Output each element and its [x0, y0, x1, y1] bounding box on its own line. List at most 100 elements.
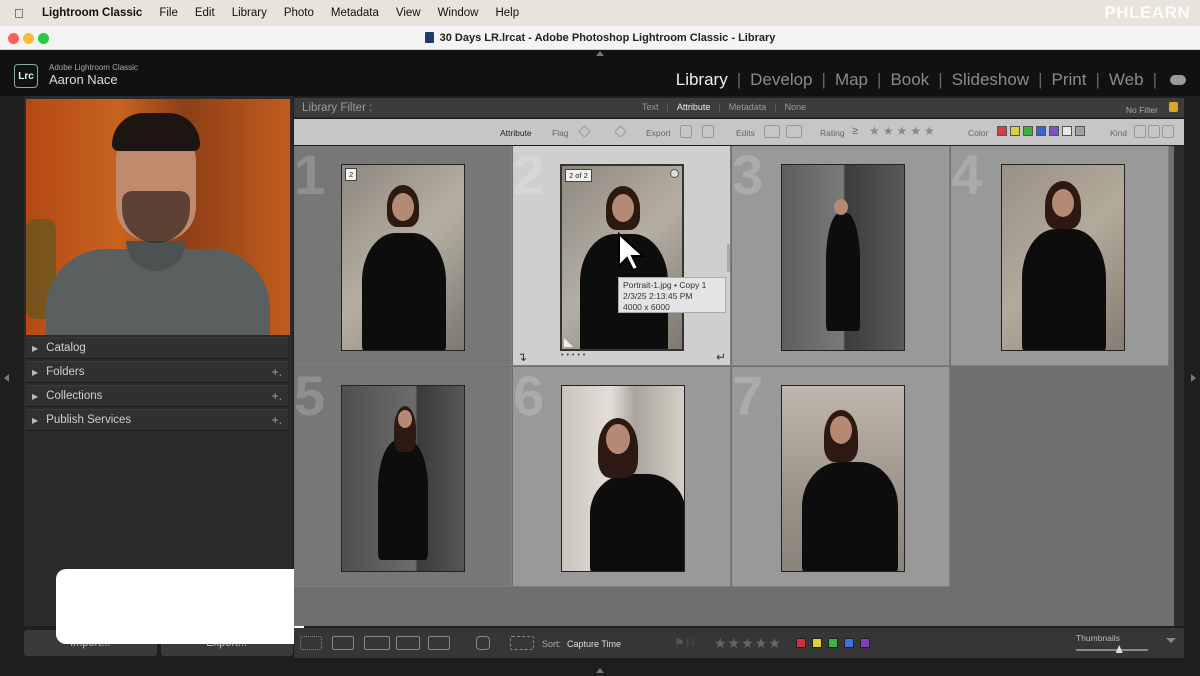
compare-view-icon[interactable] [364, 636, 390, 650]
export-filter-alt-icon[interactable] [702, 125, 714, 138]
sort-dropdown[interactable]: Capture Time [567, 639, 621, 649]
grid-cell[interactable]: 4 [951, 143, 1169, 366]
menu-edit[interactable]: Edit [195, 7, 215, 19]
apple-icon[interactable]:  [14, 6, 30, 21]
photo-thumbnail[interactable] [561, 385, 685, 572]
photo-thumbnail[interactable] [1001, 164, 1125, 351]
top-panel-toggle-icon[interactable] [596, 51, 604, 56]
panel-folders[interactable]: ▶ Folders +. [26, 361, 288, 383]
rating-dots[interactable]: ••••• [561, 352, 588, 359]
grid-cell[interactable]: 5 [294, 364, 512, 587]
color-swatch-purple[interactable] [1049, 126, 1059, 136]
thumbnail-size-slider[interactable] [1076, 649, 1148, 651]
menu-app-name[interactable]: Lightroom Classic [42, 7, 142, 19]
panel-publish-services[interactable]: ▶ Publish Services +. [26, 409, 288, 431]
left-panel-toggle-icon[interactable] [4, 374, 9, 382]
survey-view-icon[interactable] [396, 636, 420, 650]
photo-thumbnail[interactable] [781, 164, 905, 351]
color-swatch-blue[interactable] [1036, 126, 1046, 136]
module-slideshow[interactable]: Slideshow [952, 70, 1030, 90]
product-name: Adobe Lightroom Classic [49, 63, 138, 72]
color-swatch-none[interactable] [1075, 126, 1085, 136]
module-map[interactable]: Map [835, 70, 868, 90]
module-separator: | [821, 70, 826, 89]
color-swatch-yellow[interactable] [1010, 126, 1020, 136]
module-print[interactable]: Print [1052, 70, 1087, 90]
menu-view[interactable]: View [396, 7, 421, 19]
close-window-button[interactable] [8, 33, 19, 44]
menu-help[interactable]: Help [495, 7, 519, 19]
photo-thumbnail[interactable]: 2 [341, 164, 465, 351]
people-view-icon[interactable] [428, 636, 450, 650]
cell-index: 1 [294, 143, 326, 206]
export-filter-icon[interactable] [680, 125, 692, 138]
filmstrip-toggle-icon[interactable] [596, 668, 604, 673]
filter-preset-dropdown[interactable]: No Filter [1126, 105, 1158, 115]
grid-cell[interactable]: 1 2 [294, 143, 512, 366]
photo-thumbnail[interactable] [781, 385, 905, 572]
grid-cell[interactable]: 7 [732, 364, 950, 587]
module-web[interactable]: Web [1109, 70, 1144, 90]
toolbar-options-dropdown-icon[interactable] [1166, 638, 1176, 643]
unedited-filter-icon[interactable] [786, 125, 802, 138]
label-green[interactable] [828, 638, 838, 648]
zoom-window-button[interactable] [38, 33, 49, 44]
stack-count-badge[interactable]: 2 [345, 168, 358, 181]
menu-window[interactable]: Window [438, 7, 479, 19]
filter-tab-metadata[interactable]: Metadata [729, 102, 767, 112]
label-purple[interactable] [860, 638, 870, 648]
menu-metadata[interactable]: Metadata [331, 7, 379, 19]
panel-collections[interactable]: ▶ Collections +. [26, 385, 288, 407]
rotate-right-icon[interactable]: ↵ [716, 350, 726, 364]
color-swatch-custom[interactable] [1062, 126, 1072, 136]
painter-icon[interactable] [476, 636, 490, 650]
panel-catalog[interactable]: ▶ Catalog [26, 337, 288, 359]
label-yellow[interactable] [812, 638, 822, 648]
flag-filter-icon[interactable] [578, 125, 591, 138]
add-folder-icon[interactable]: +. [272, 365, 282, 379]
grid-view-icon[interactable] [300, 636, 322, 650]
module-library[interactable]: Library [676, 70, 728, 90]
stack-count-badge[interactable]: 2 of 2 [565, 169, 592, 182]
filter-tab-none[interactable]: None [785, 102, 807, 112]
lock-icon[interactable] [1169, 102, 1178, 112]
grid-cell[interactable]: 3 [732, 143, 950, 366]
add-publish-service-icon[interactable]: +. [272, 413, 282, 427]
kind-master-icon[interactable] [1134, 125, 1146, 138]
thumbnails-label: Thumbnails [1076, 633, 1120, 643]
filter-tab-text[interactable]: Text [642, 102, 659, 112]
label-blue[interactable] [844, 638, 854, 648]
toolbar-rating-stars[interactable]: ★★★★★ [714, 635, 782, 652]
rating-operator[interactable]: ≥ [852, 125, 858, 137]
cloud-sync-icon[interactable] [1170, 75, 1186, 85]
add-collection-icon[interactable]: +. [272, 389, 282, 403]
rotate-left-icon[interactable]: ↴ [517, 350, 527, 364]
kind-virtual-copy-icon[interactable] [1148, 125, 1160, 138]
color-swatch-green[interactable] [1023, 126, 1033, 136]
menu-file[interactable]: File [159, 7, 178, 19]
flag-toolbar-icon[interactable]: ⚑⚐ [674, 636, 696, 650]
thumbnail-stack-scrollbar[interactable] [727, 244, 730, 272]
label-red[interactable] [796, 638, 806, 648]
kind-video-icon[interactable] [1162, 125, 1174, 138]
quick-collection-icon[interactable] [670, 169, 679, 178]
reject-filter-icon[interactable] [614, 125, 627, 138]
menu-library[interactable]: Library [232, 7, 267, 19]
grid-cell[interactable]: 6 [513, 364, 731, 587]
rating-stars[interactable]: ★★★★★ [869, 124, 938, 138]
module-develop[interactable]: Develop [750, 70, 812, 90]
menu-photo[interactable]: Photo [284, 7, 314, 19]
module-book[interactable]: Book [890, 70, 929, 90]
color-swatch-red[interactable] [997, 126, 1007, 136]
right-panel-toggle-icon[interactable] [1191, 374, 1196, 382]
photo-thumbnail[interactable] [341, 385, 465, 572]
edited-filter-icon[interactable] [764, 125, 780, 138]
grid-scrollbar[interactable] [1174, 146, 1184, 626]
loupe-view-icon[interactable] [332, 636, 354, 650]
sort-direction-icon[interactable] [510, 636, 534, 650]
mouse-pointer-icon [618, 232, 645, 272]
disclosure-triangle-icon: ▶ [32, 343, 39, 353]
tab-divider: | [774, 102, 777, 112]
minimize-window-button[interactable] [23, 33, 34, 44]
filter-tab-attribute[interactable]: Attribute [677, 102, 711, 112]
